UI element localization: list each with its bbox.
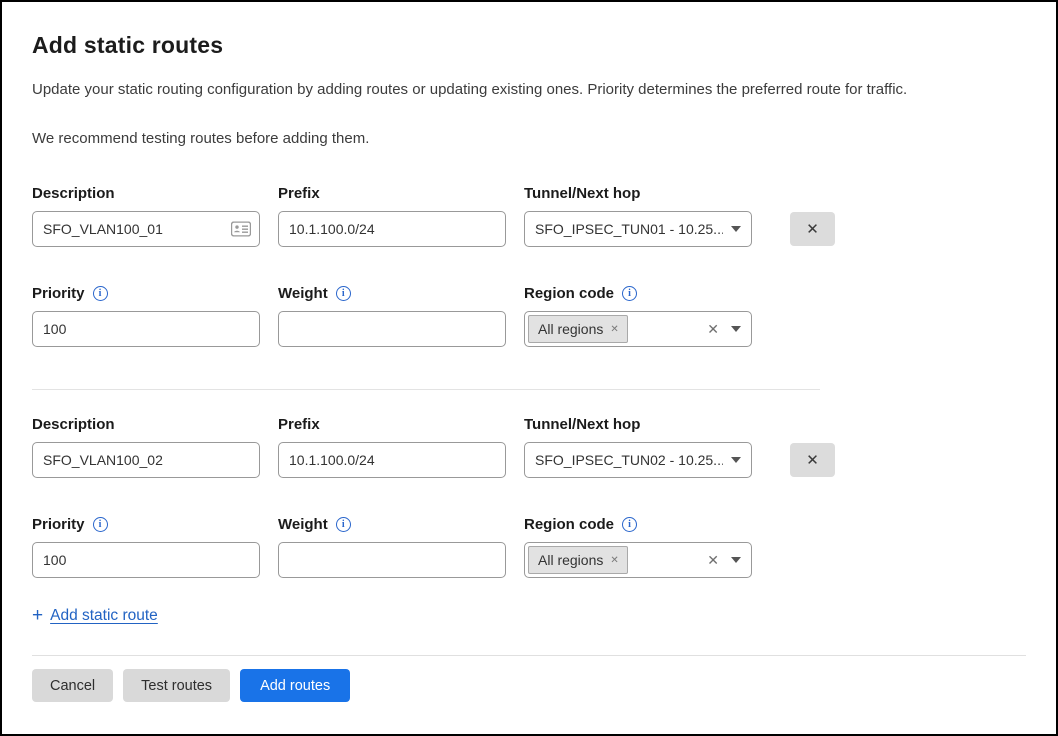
description-input[interactable]	[32, 211, 260, 247]
test-routes-button[interactable]: Test routes	[123, 669, 230, 702]
tunnel-label: Tunnel/Next hop	[524, 416, 752, 433]
prefix-input[interactable]	[278, 211, 506, 247]
route-entry-2: Description Prefix Tunnel/Next hop SFO_I…	[32, 416, 1026, 578]
weight-label: Weight	[278, 516, 328, 533]
clear-icon[interactable]: ✕	[703, 321, 723, 338]
dialog-footer: Cancel Test routes Add routes	[32, 655, 1026, 702]
tunnel-select-value: SFO_IPSEC_TUN02 - 10.25...	[535, 452, 723, 468]
prefix-label: Prefix	[278, 416, 506, 433]
description-field-1: Description	[32, 185, 260, 247]
region-label: Region code	[524, 285, 614, 302]
priority-label: Priority	[32, 285, 85, 302]
region-tag-label: All regions	[538, 552, 603, 568]
priority-field-1: Priority i	[32, 285, 260, 347]
delete-route-button-1[interactable]: ✕	[790, 212, 835, 246]
region-field-2: Region code i All regions ✕ ✕	[524, 516, 752, 578]
add-routes-button[interactable]: Add routes	[240, 669, 350, 702]
route-entries-divider	[32, 389, 820, 390]
region-field-1: Region code i All regions ✕ ✕	[524, 285, 752, 347]
contact-card-icon[interactable]	[231, 222, 251, 237]
chevron-down-icon	[731, 226, 741, 232]
tunnel-select-value: SFO_IPSEC_TUN01 - 10.25...	[535, 221, 723, 237]
plus-icon: +	[32, 606, 43, 625]
clear-icon[interactable]: ✕	[703, 552, 723, 569]
remove-tag-icon[interactable]: ✕	[610, 555, 618, 566]
info-icon[interactable]: i	[93, 286, 108, 301]
region-multiselect[interactable]: All regions ✕ ✕	[524, 311, 752, 347]
add-static-route-label: Add static route	[50, 607, 158, 625]
info-icon[interactable]: i	[93, 517, 108, 532]
info-icon[interactable]: i	[336, 286, 351, 301]
priority-field-2: Priority i	[32, 516, 260, 578]
chevron-down-icon	[731, 557, 741, 563]
priority-input[interactable]	[32, 311, 260, 347]
region-tag: All regions ✕	[528, 546, 628, 574]
delete-route-button-2[interactable]: ✕	[790, 443, 835, 477]
tunnel-label: Tunnel/Next hop	[524, 185, 752, 202]
prefix-field-2: Prefix	[278, 416, 506, 478]
priority-input[interactable]	[32, 542, 260, 578]
region-tag-label: All regions	[538, 321, 603, 337]
close-icon: ✕	[806, 451, 819, 469]
tunnel-field-2: Tunnel/Next hop SFO_IPSEC_TUN02 - 10.25.…	[524, 416, 752, 478]
description-field-2: Description	[32, 416, 260, 478]
weight-input[interactable]	[278, 311, 506, 347]
priority-label: Priority	[32, 516, 85, 533]
prefix-label: Prefix	[278, 185, 506, 202]
tunnel-select[interactable]: SFO_IPSEC_TUN01 - 10.25...	[524, 211, 752, 247]
chevron-down-icon	[731, 326, 741, 332]
weight-input[interactable]	[278, 542, 506, 578]
region-tag: All regions ✕	[528, 315, 628, 343]
description-input[interactable]	[32, 442, 260, 478]
routes-form: Description	[32, 185, 1026, 625]
description-label: Description	[32, 185, 260, 202]
region-multiselect[interactable]: All regions ✕ ✕	[524, 542, 752, 578]
page-title: Add static routes	[32, 32, 1026, 59]
close-icon: ✕	[806, 220, 819, 238]
tunnel-field-1: Tunnel/Next hop SFO_IPSEC_TUN01 - 10.25.…	[524, 185, 752, 247]
intro-description: Update your static routing configuration…	[32, 81, 1026, 98]
add-static-routes-dialog: Add static routes Update your static rou…	[0, 0, 1058, 736]
info-icon[interactable]: i	[622, 517, 637, 532]
route-entry-1: Description	[32, 185, 1026, 347]
weight-field-1: Weight i	[278, 285, 506, 347]
intro-recommendation: We recommend testing routes before addin…	[32, 130, 1026, 147]
weight-field-2: Weight i	[278, 516, 506, 578]
prefix-input[interactable]	[278, 442, 506, 478]
region-label: Region code	[524, 516, 614, 533]
add-static-route-link[interactable]: + Add static route	[32, 606, 158, 625]
description-label: Description	[32, 416, 260, 433]
tunnel-select[interactable]: SFO_IPSEC_TUN02 - 10.25...	[524, 442, 752, 478]
remove-tag-icon[interactable]: ✕	[610, 324, 618, 335]
prefix-field-1: Prefix	[278, 185, 506, 247]
info-icon[interactable]: i	[336, 517, 351, 532]
info-icon[interactable]: i	[622, 286, 637, 301]
weight-label: Weight	[278, 285, 328, 302]
chevron-down-icon	[731, 457, 741, 463]
cancel-button[interactable]: Cancel	[32, 669, 113, 702]
